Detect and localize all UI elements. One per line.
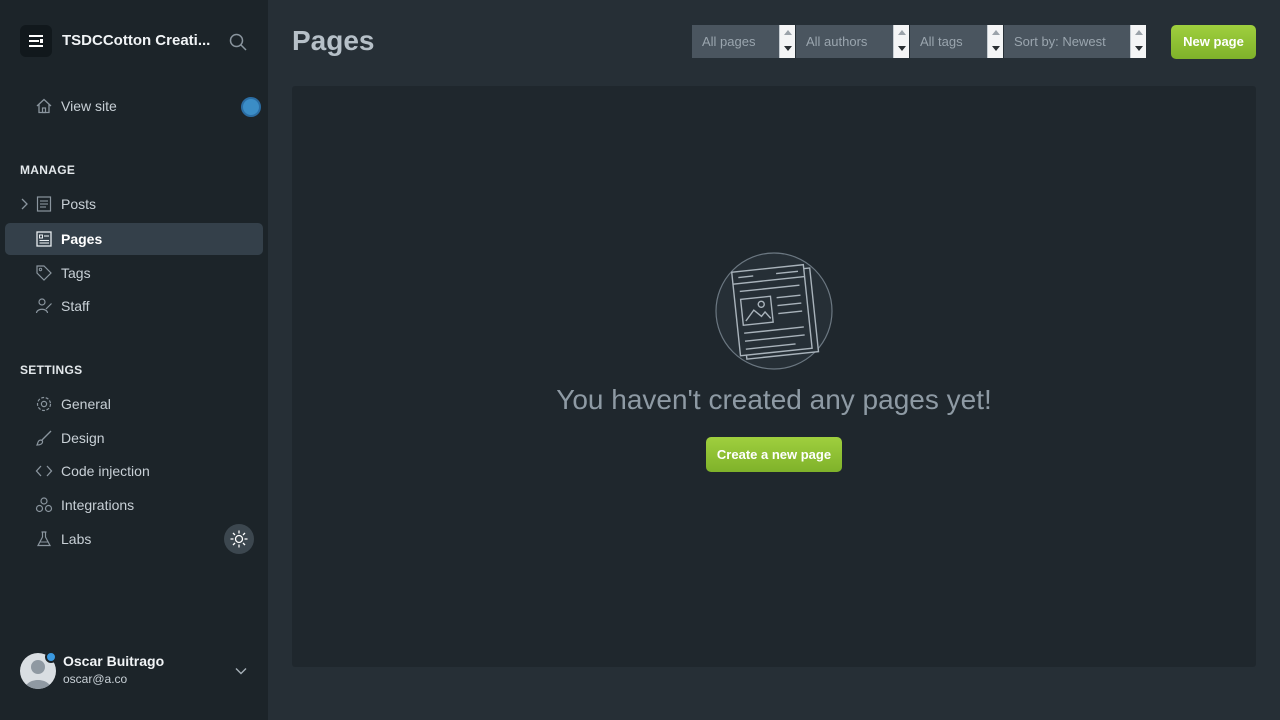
sidebar-item-label: Staff [61, 298, 90, 314]
sidebar-item-label: Design [61, 430, 105, 446]
empty-state-message: You haven't created any pages yet! [556, 384, 992, 415]
spinner-control[interactable] [1130, 25, 1146, 58]
type-filter-value: All pages [702, 34, 756, 49]
sidebar-item-posts[interactable]: Posts [5, 188, 263, 220]
sidebar-item-label: Pages [61, 231, 103, 247]
type-filter-select[interactable]: All pages [692, 25, 795, 58]
staff-icon [35, 298, 52, 314]
spinner-control[interactable] [987, 25, 1003, 58]
notification-dot[interactable] [241, 97, 261, 117]
site-logo[interactable] [20, 25, 52, 57]
spinner-control[interactable] [779, 25, 795, 58]
pages-list-empty: You haven't created any pages yet! Creat… [292, 86, 1256, 667]
sidebar-item-tags[interactable]: Tags [5, 257, 263, 289]
spinner-control[interactable] [893, 25, 909, 58]
sidebar-item-label: Posts [61, 196, 97, 212]
sidebar-item-staff[interactable]: Staff [5, 290, 263, 322]
sidebar: TSDCCotton Creati... View site MANAGE Po… [0, 0, 268, 720]
integrations-icon [35, 497, 53, 513]
tag-filter-select[interactable]: All tags [910, 25, 1003, 58]
user-menu[interactable]: Oscar Buitrago oscar@a.co [20, 650, 260, 694]
tag-filter-value: All tags [920, 34, 963, 49]
home-icon [36, 98, 52, 114]
page-title: Pages [292, 25, 375, 56]
sort-value: Sort by: Newest [1014, 34, 1106, 49]
sidebar-item-integrations[interactable]: Integrations [5, 489, 263, 521]
user-name: Oscar Buitrago [63, 653, 165, 669]
sidebar-item-pages[interactable]: Pages [5, 223, 263, 255]
sidebar-item-label: Integrations [61, 497, 135, 513]
brand: TSDCCotton Creati... [20, 25, 260, 57]
settings-heading: SETTINGS [20, 363, 83, 377]
sidebar-item-design[interactable]: Design [5, 422, 263, 454]
sort-select[interactable]: Sort by: Newest [1004, 25, 1146, 58]
brush-icon [36, 430, 52, 446]
user-email: oscar@a.co [63, 672, 128, 686]
sidebar-item-code-injection[interactable]: Code injection [5, 455, 263, 487]
gear-icon [36, 396, 52, 412]
flask-icon [37, 531, 51, 547]
author-filter-value: All authors [806, 34, 868, 49]
sidebar-item-view-site[interactable]: View site [5, 90, 263, 122]
sidebar-item-general[interactable]: General [5, 388, 263, 420]
sidebar-item-label: General [61, 396, 111, 412]
search-icon[interactable] [228, 32, 248, 52]
logo-icon [29, 35, 43, 47]
sun-icon [230, 530, 248, 548]
posts-icon [36, 196, 52, 212]
site-title[interactable]: TSDCCotton Creati... [62, 32, 214, 49]
new-page-button[interactable]: New page [1171, 25, 1256, 59]
sidebar-item-label: Labs [61, 531, 92, 547]
manage-heading: MANAGE [20, 163, 76, 177]
sidebar-item-label: Tags [61, 265, 91, 281]
notification-dot [45, 651, 57, 663]
create-page-button[interactable]: Create a new page [706, 437, 842, 472]
chevron-right-icon[interactable] [19, 197, 31, 211]
code-icon [35, 465, 53, 477]
pages-icon [36, 231, 52, 247]
sidebar-item-label: View site [61, 98, 117, 114]
tag-icon [36, 265, 52, 281]
empty-pages-illustration [715, 252, 833, 370]
theme-toggle[interactable] [224, 524, 254, 554]
chevron-down-icon[interactable] [234, 664, 248, 678]
sidebar-item-label: Code injection [61, 463, 150, 479]
author-filter-select[interactable]: All authors [796, 25, 909, 58]
